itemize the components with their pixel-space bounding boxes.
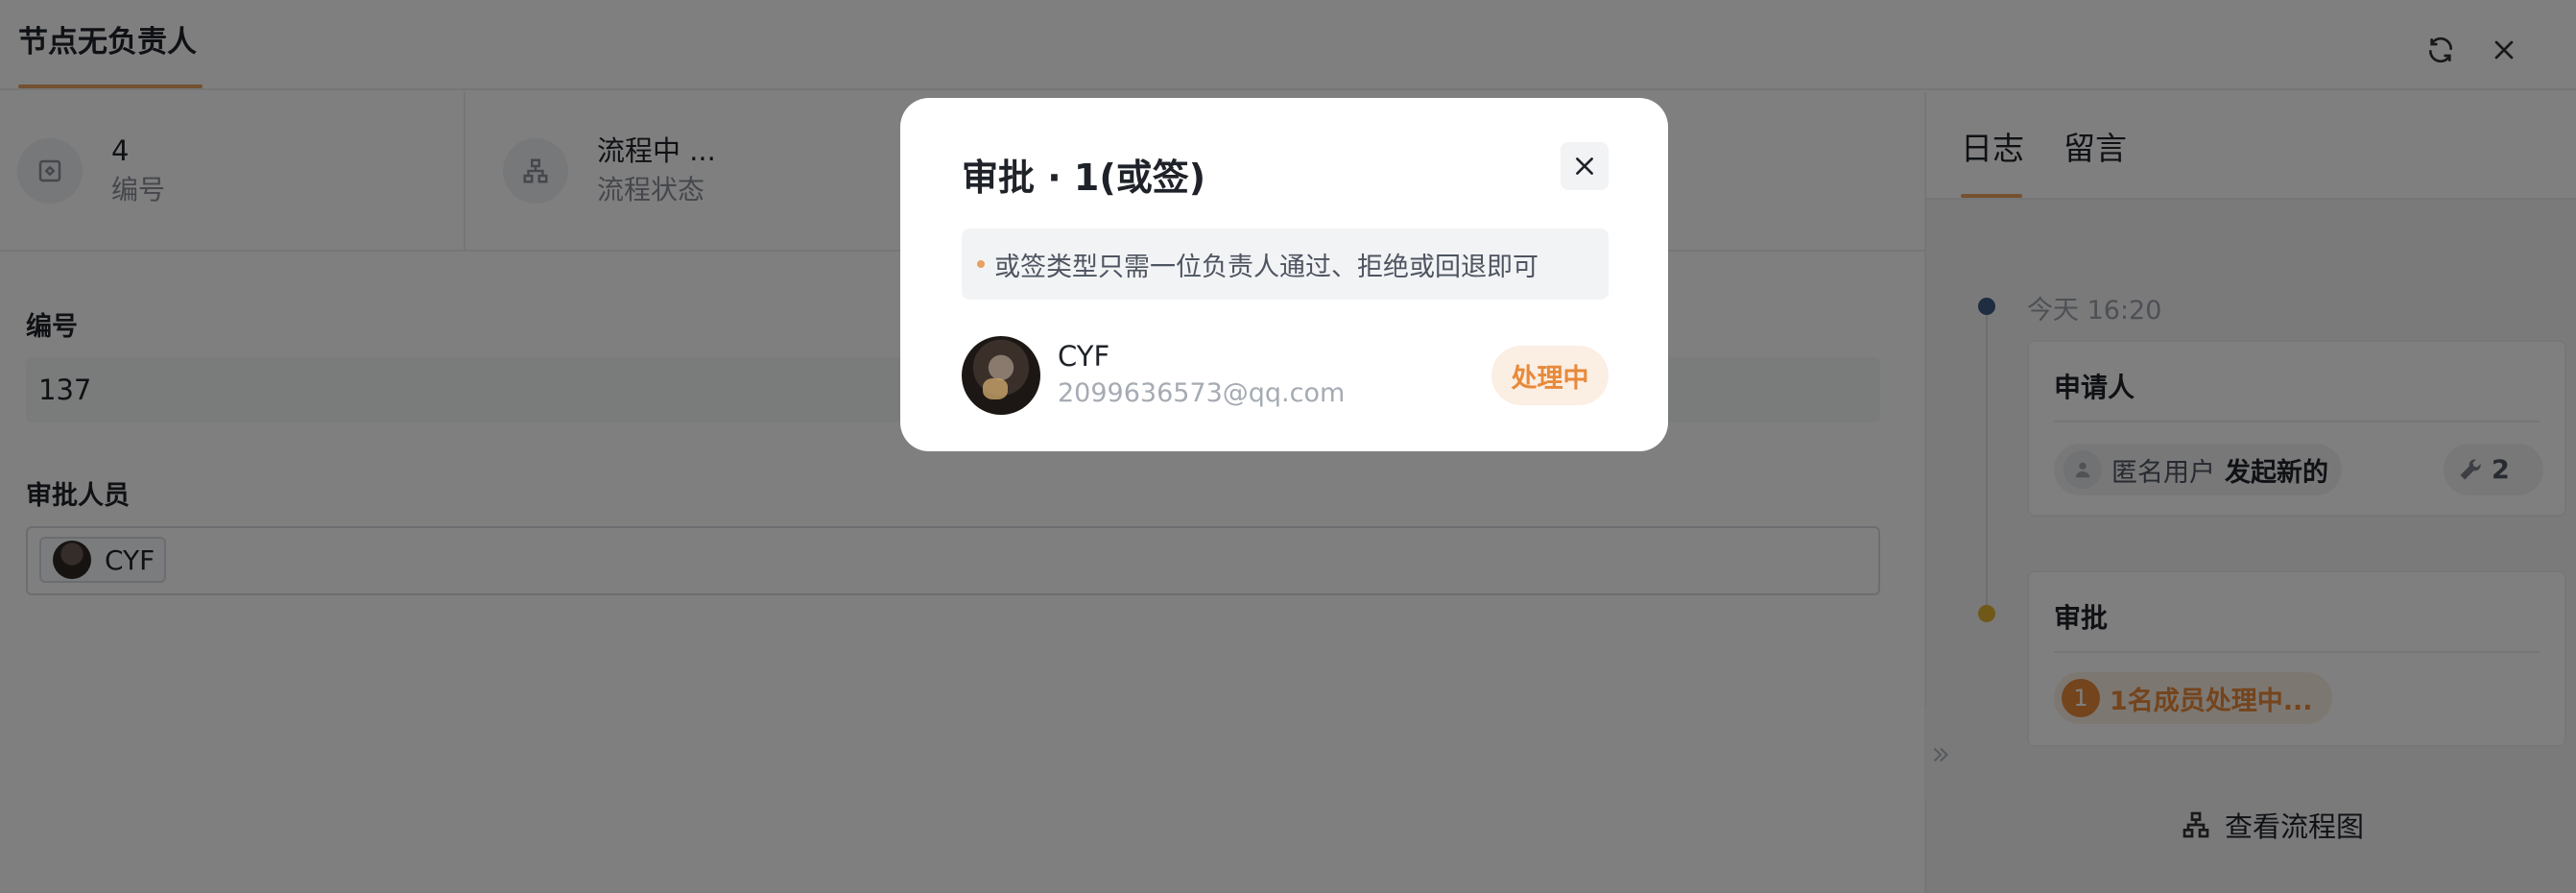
- avatar: [962, 336, 1040, 415]
- status-badge: 处理中: [1491, 346, 1609, 405]
- close-icon: [1576, 157, 1593, 175]
- bullet-dot: [977, 260, 985, 268]
- approval-modal: 审批 · 1(或签) 或签类型只需一位负责人通过、拒绝或回退即可 CYF 209…: [900, 98, 1668, 451]
- modal-title: 审批 · 1(或签): [962, 157, 1206, 199]
- member-name: CYF: [1058, 340, 1110, 373]
- modal-hint: 或签类型只需一位负责人通过、拒绝或回退即可: [962, 229, 1609, 300]
- hint-text: 或签类型只需一位负责人通过、拒绝或回退即可: [994, 252, 1538, 282]
- modal-close-button[interactable]: [1561, 142, 1609, 190]
- member-email: 2099636573@qq.com: [1058, 378, 1346, 408]
